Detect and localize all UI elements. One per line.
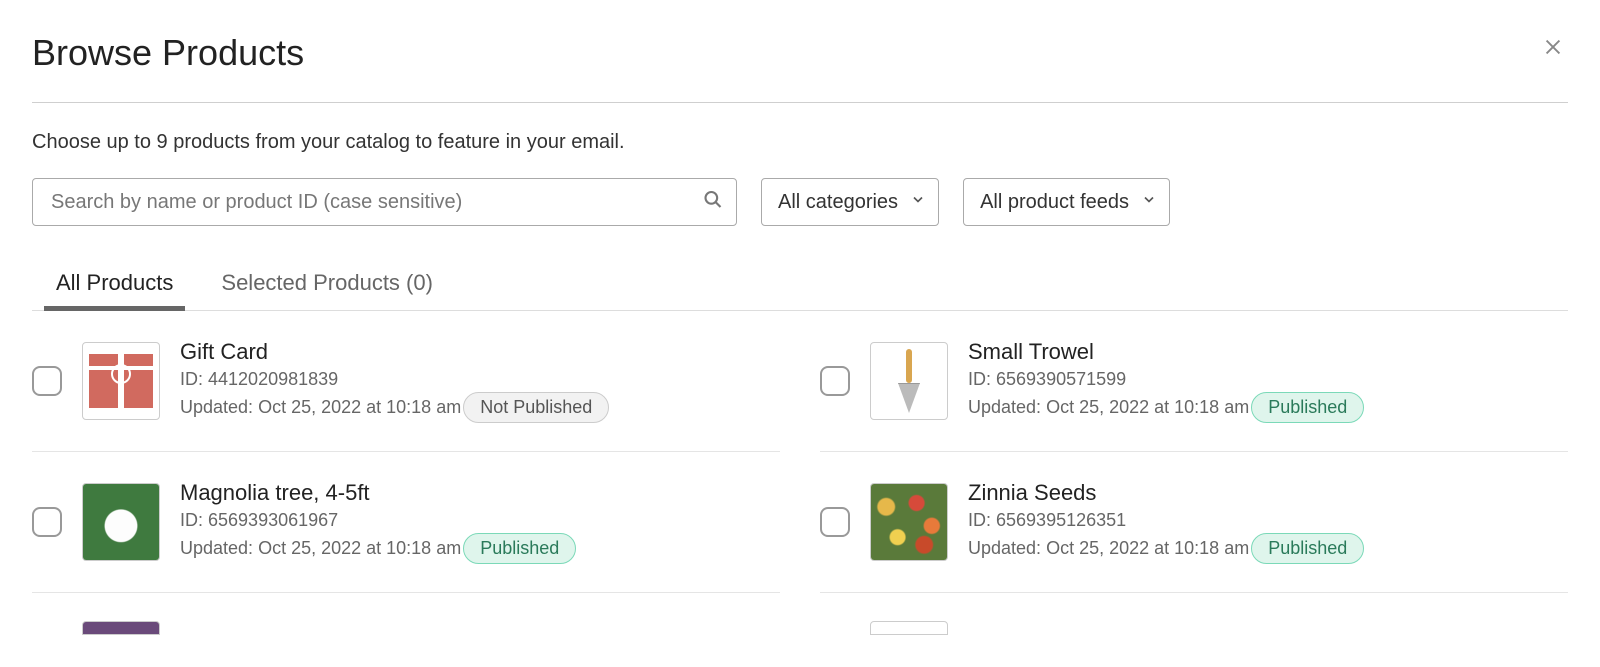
tab-all-products[interactable]: All Products [56,262,173,310]
status-badge: Published [463,533,576,564]
product-info: Zinnia Seeds ID: 6569395126351 Updated: … [968,480,1568,564]
product-info: Small Trowel ID: 6569390571599 Updated: … [968,339,1568,423]
product-thumbnail [870,621,948,635]
product-checkbox[interactable] [32,507,62,537]
product-name: Zinnia Seeds [968,480,1568,506]
chevron-down-icon [1141,191,1157,214]
close-button[interactable] [1538,32,1568,62]
product-checkbox[interactable] [820,366,850,396]
product-thumbnail [82,342,160,420]
categories-dropdown[interactable]: All categories [761,178,939,226]
status-badge: Published [1251,533,1364,564]
product-row: Small Trowel ID: 6569390571599 Updated: … [820,311,1568,452]
product-updated: Updated: Oct 25, 2022 at 10:18 am [968,397,1249,418]
product-row: Magnolia tree, 4-5ft ID: 6569393061967 U… [32,452,780,593]
zinnia-icon [871,484,947,560]
product-name: Magnolia tree, 4-5ft [180,480,780,506]
status-badge: Published [1251,392,1364,423]
feeds-dropdown[interactable]: All product feeds [963,178,1170,226]
product-id: ID: 6569390571599 [968,369,1568,390]
search-wrapper [32,178,737,226]
product-id: ID: 4412020981839 [180,369,780,390]
product-info: Gift Card ID: 4412020981839 Updated: Oct… [180,339,780,423]
magnolia-icon [83,484,159,560]
search-icon [703,190,723,215]
product-thumbnail [870,342,948,420]
product-checkbox[interactable] [32,366,62,396]
product-updated: Updated: Oct 25, 2022 at 10:18 am [180,397,461,418]
product-thumbnail [82,621,160,635]
close-icon [1542,36,1564,58]
product-row: Gift Card ID: 4412020981839 Updated: Oct… [32,311,780,452]
product-row-partial [32,593,780,635]
product-thumbnail [82,483,160,561]
product-updated: Updated: Oct 25, 2022 at 10:18 am [180,538,461,559]
tab-label-suffix: ) [426,270,433,295]
tab-label: All Products [56,270,173,295]
product-thumbnail [870,483,948,561]
product-id: ID: 6569395126351 [968,510,1568,531]
categories-dropdown-label: All categories [778,191,898,214]
product-name: Small Trowel [968,339,1568,365]
gift-card-icon [89,354,154,407]
tab-label-prefix: Selected Products ( [221,270,413,295]
status-badge: Not Published [463,392,609,423]
product-updated: Updated: Oct 25, 2022 at 10:18 am [968,538,1249,559]
tab-selected-products[interactable]: Selected Products (0) [221,262,433,310]
product-checkbox[interactable] [820,507,850,537]
chevron-down-icon [910,191,926,214]
search-input[interactable] [32,178,737,226]
page-title: Browse Products [32,32,304,74]
product-row-partial [820,593,1568,635]
feeds-dropdown-label: All product feeds [980,191,1129,214]
product-row: Zinnia Seeds ID: 6569395126351 Updated: … [820,452,1568,593]
product-info: Magnolia tree, 4-5ft ID: 6569393061967 U… [180,480,780,564]
product-id: ID: 6569393061967 [180,510,780,531]
tab-selected-count: 0 [413,270,425,295]
trowel-icon [898,349,920,413]
subtitle: Choose up to 9 products from your catalo… [32,131,1568,154]
product-name: Gift Card [180,339,780,365]
